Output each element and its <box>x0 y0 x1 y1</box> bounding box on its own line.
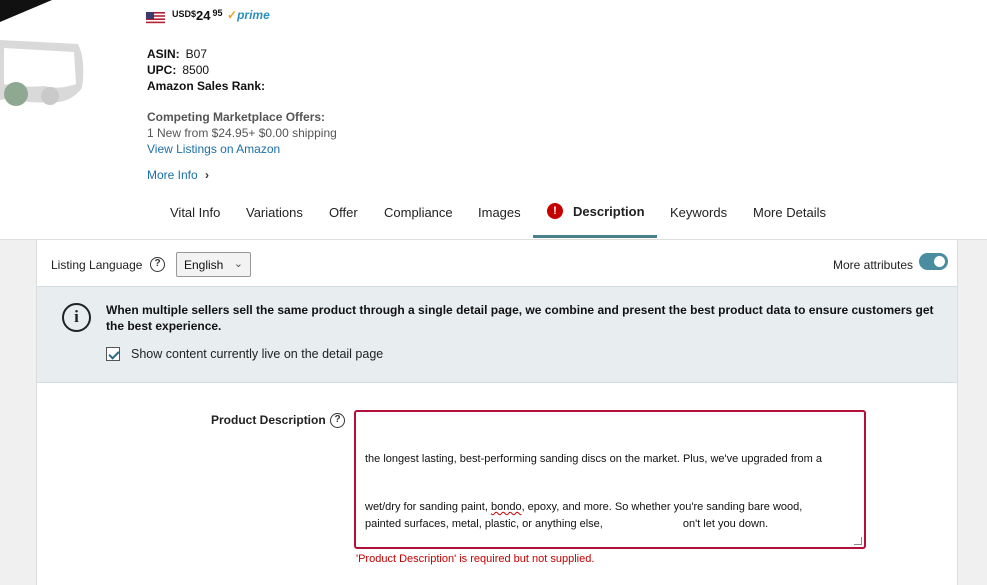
toggle-knob <box>934 256 945 267</box>
spelling-error: bondo <box>490 501 522 513</box>
page: USD$24 95 ✓prime ASIN: B07 UPC: 8500 Amazon… <box>0 0 987 585</box>
more-attributes-label: More attributes <box>833 258 914 272</box>
active-tab-indicator <box>533 235 657 238</box>
tab-images[interactable]: Images <box>478 205 521 220</box>
tab-variations[interactable]: Variations <box>246 205 303 220</box>
tab-compliance[interactable]: Compliance <box>384 205 453 220</box>
banner-text: When multiple sellers sell the same prod… <box>106 303 934 333</box>
chevron-right-icon: › <box>205 168 210 182</box>
tab-more-details[interactable]: More Details <box>753 205 826 220</box>
tab-bar: Vital Info Variations Offer Compliance I… <box>0 196 987 240</box>
product-description-label: Product Description <box>211 413 326 427</box>
validation-error-message: 'Product Description' is required but no… <box>356 553 595 565</box>
us-flag-icon <box>146 12 165 25</box>
view-listings-link[interactable]: View Listings on Amazon <box>147 142 280 156</box>
help-icon[interactable]: ? <box>150 257 165 272</box>
product-image <box>0 0 86 110</box>
sales-rank-row: Amazon Sales Rank: <box>147 79 266 93</box>
prime-badge: ✓prime <box>227 8 270 22</box>
more-attributes-toggle[interactable] <box>919 253 948 270</box>
asin-row: ASIN: B07 <box>147 47 208 61</box>
product-description-textarea[interactable]: ········································… <box>354 410 866 549</box>
tab-description[interactable]: Description <box>573 204 645 219</box>
clipped-text-line: ········································… <box>365 440 676 444</box>
resize-handle[interactable] <box>854 537 862 545</box>
chevron-down-icon: ⌄ <box>233 258 243 270</box>
info-banner <box>37 286 957 383</box>
show-live-content-label[interactable]: Show content currently live on the detai… <box>131 347 383 361</box>
listing-language-select[interactable]: English ⌄ <box>176 252 251 277</box>
offers-text: 1 New from $24.95+ $0.00 shipping <box>147 126 337 140</box>
help-icon[interactable]: ? <box>330 413 345 428</box>
more-info-link[interactable]: More Info › <box>147 168 209 182</box>
upc-row: UPC: 8500 <box>147 63 210 77</box>
price: USD$24 95 <box>172 8 223 23</box>
prime-check-icon: ✓ <box>227 8 238 22</box>
show-live-content-checkbox[interactable] <box>106 347 120 361</box>
info-icon: i <box>62 303 91 332</box>
tab-keywords[interactable]: Keywords <box>670 205 727 220</box>
description-line: painted surfaces, metal, plastic, or any… <box>365 518 769 530</box>
error-alert-icon: ! <box>547 203 563 219</box>
description-line: the longest lasting, best-performing san… <box>365 453 823 465</box>
listing-language-label: Listing Language <box>51 258 143 272</box>
description-line: wet/dry for sanding paint, bondo, epoxy,… <box>365 501 803 513</box>
tab-vital-info[interactable]: Vital Info <box>170 205 220 220</box>
tab-offer[interactable]: Offer <box>329 205 358 220</box>
competing-offers-label: Competing Marketplace Offers: <box>147 110 326 124</box>
